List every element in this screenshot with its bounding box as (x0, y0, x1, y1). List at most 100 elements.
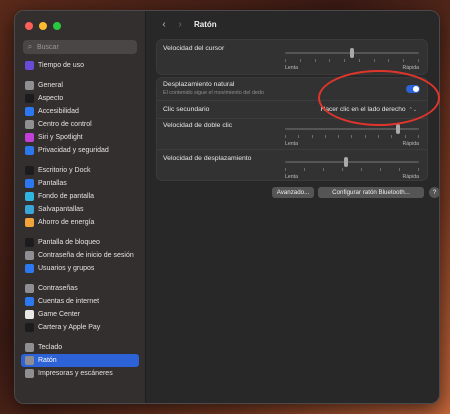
sidebar-item-label: Salvapantallas (38, 206, 84, 213)
sidebar-item-label: Tiempo de uso (38, 62, 85, 69)
slider-min-label: Lenta (285, 141, 298, 147)
sidebar-item[interactable]: Game Center (21, 308, 139, 321)
sidebar-item-label: Privacidad y seguridad (38, 147, 109, 154)
search-placeholder: Buscar (37, 43, 59, 51)
sidebar-item-label: Escritorio y Dock (38, 167, 91, 174)
advanced-button[interactable]: Avanzado... (272, 187, 314, 198)
slider-thumb[interactable] (396, 124, 400, 134)
chevron-left-icon[interactable]: ‹ (156, 19, 172, 30)
sidebar-item[interactable]: General (21, 79, 139, 92)
sidebar-item[interactable]: Teclado (21, 341, 139, 354)
sidebar-item[interactable]: Siri y Spotlight (21, 131, 139, 144)
sidebar-item[interactable]: Centro de control (21, 118, 139, 131)
sidebar-item[interactable]: Ahorro de energía (21, 216, 139, 229)
slider-max-label: Rápida (402, 174, 419, 180)
sidebar: ⌕ Buscar Tiempo de uso General Aspecto Acce… (15, 11, 146, 403)
settings-window: ⌕ Buscar Tiempo de uso General Aspecto Acce… (14, 10, 440, 404)
lock-screen-icon (25, 238, 34, 247)
page-title: Ratón (194, 19, 217, 29)
users-icon (25, 264, 34, 273)
wallpaper-icon (25, 192, 34, 201)
minimize-button[interactable] (39, 22, 47, 30)
sidebar-item-label: Accesibilidad (38, 108, 79, 115)
slider-thumb[interactable] (350, 48, 354, 58)
sidebar-separator (21, 157, 139, 164)
slider-tick (404, 135, 406, 138)
sidebar-item-label: Aspecto (38, 95, 64, 102)
sidebar-item[interactable]: Impresoras y escáneres (21, 367, 139, 380)
siri-icon (25, 133, 34, 142)
chevron-right-icon[interactable]: › (172, 19, 188, 30)
natural-scroll-toggle[interactable] (406, 85, 420, 93)
sidebar-item[interactable]: Ratón (21, 354, 139, 367)
sidebar-list: Tiempo de uso General Aspecto Accesibilidad… (21, 59, 139, 380)
close-button[interactable] (25, 22, 33, 30)
maximize-button[interactable] (53, 22, 61, 30)
slider-tick (378, 135, 380, 138)
gear-icon (25, 81, 34, 90)
slider-tick (323, 168, 324, 171)
cursor-speed-slider[interactable]: Lenta Rápida (285, 48, 419, 72)
sidebar-item-label: Contraseñas (38, 285, 78, 292)
sidebar-item[interactable]: Cuentas de internet (21, 295, 139, 308)
slider-thumb[interactable] (344, 157, 348, 167)
control-center-icon (25, 120, 34, 129)
slider-tick (351, 135, 353, 138)
lock-icon (25, 251, 34, 260)
sidebar-item[interactable]: Salvapantallas (21, 203, 139, 216)
slider-tick (417, 59, 419, 62)
sidebar-item-label: Teclado (38, 344, 63, 351)
accessibility-icon (25, 107, 34, 116)
sidebar-item-label: Centro de control (38, 121, 92, 128)
sidebar-item[interactable]: Accesibilidad (21, 105, 139, 118)
secondary-click-value: Hacer clic en el lado derecho (320, 106, 406, 113)
screensaver-icon (25, 205, 34, 214)
slider-tick (285, 168, 286, 171)
secondary-click-select[interactable]: Hacer clic en el lado derecho ⌃⌄ (317, 104, 421, 115)
slider-tick (298, 135, 300, 138)
double-click-slider[interactable]: Lenta Rápida (285, 124, 419, 148)
sidebar-item-label: Cartera y Apple Pay (38, 324, 101, 331)
secondary-click-row: Clic secundario Hacer clic en el lado de… (157, 101, 427, 119)
help-button[interactable]: ? (429, 187, 439, 198)
sidebar-item[interactable]: Fondo de pantalla (21, 190, 139, 203)
cursor-speed-row: Velocidad del cursor Lenta Rápida (157, 40, 427, 74)
slider-tick (329, 59, 331, 62)
slider-tick (342, 168, 343, 171)
sidebar-item[interactable]: Contraseña de inicio de sesión (21, 249, 139, 262)
energy-icon (25, 218, 34, 227)
slider-tick (338, 135, 340, 138)
sidebar-item[interactable]: Tiempo de uso (21, 59, 139, 72)
natural-scroll-label: Desplazamiento natural (163, 81, 235, 88)
slider-max-label: Rápida (402, 65, 419, 71)
slider-tick (388, 59, 390, 62)
sidebar-item[interactable]: Escritorio y Dock (21, 164, 139, 177)
sidebar-item[interactable]: Usuarios y grupos (21, 262, 139, 275)
printer-icon (25, 369, 34, 378)
sidebar-item-label: General (38, 82, 63, 89)
slider-tick (361, 168, 362, 171)
game-center-icon (25, 310, 34, 319)
slider-tick (285, 59, 286, 62)
sidebar-separator (21, 334, 139, 341)
scroll-speed-row: Velocidad de desplazamiento Lenta Rápida (157, 150, 427, 181)
mouse-icon (25, 356, 34, 365)
sidebar-item-label: Usuarios y grupos (38, 265, 95, 272)
sidebar-item[interactable]: Contraseñas (21, 282, 139, 295)
search-icon: ⌕ (27, 42, 33, 51)
sidebar-item[interactable]: Aspecto (21, 92, 139, 105)
configure-bluetooth-mouse-button[interactable]: Configurar ratón Bluetooth... (318, 187, 424, 198)
slider-min-label: Lenta (285, 65, 298, 71)
scroll-speed-slider[interactable]: Lenta Rápida (285, 157, 419, 181)
slider-tick (344, 59, 346, 62)
sidebar-item-label: Ratón (38, 357, 57, 364)
sidebar-item-label: Ahorro de energía (38, 219, 95, 226)
double-click-row: Velocidad de doble clic Lenta Rápida (157, 119, 427, 150)
sidebar-item[interactable]: Cartera y Apple Pay (21, 321, 139, 334)
sidebar-item[interactable]: Pantallas (21, 177, 139, 190)
slider-tick (418, 168, 419, 171)
sidebar-item[interactable]: Privacidad y seguridad (21, 144, 139, 157)
appearance-icon (25, 94, 34, 103)
search-input[interactable]: ⌕ Buscar (23, 40, 137, 54)
sidebar-item[interactable]: Pantalla de bloqueo (21, 236, 139, 249)
